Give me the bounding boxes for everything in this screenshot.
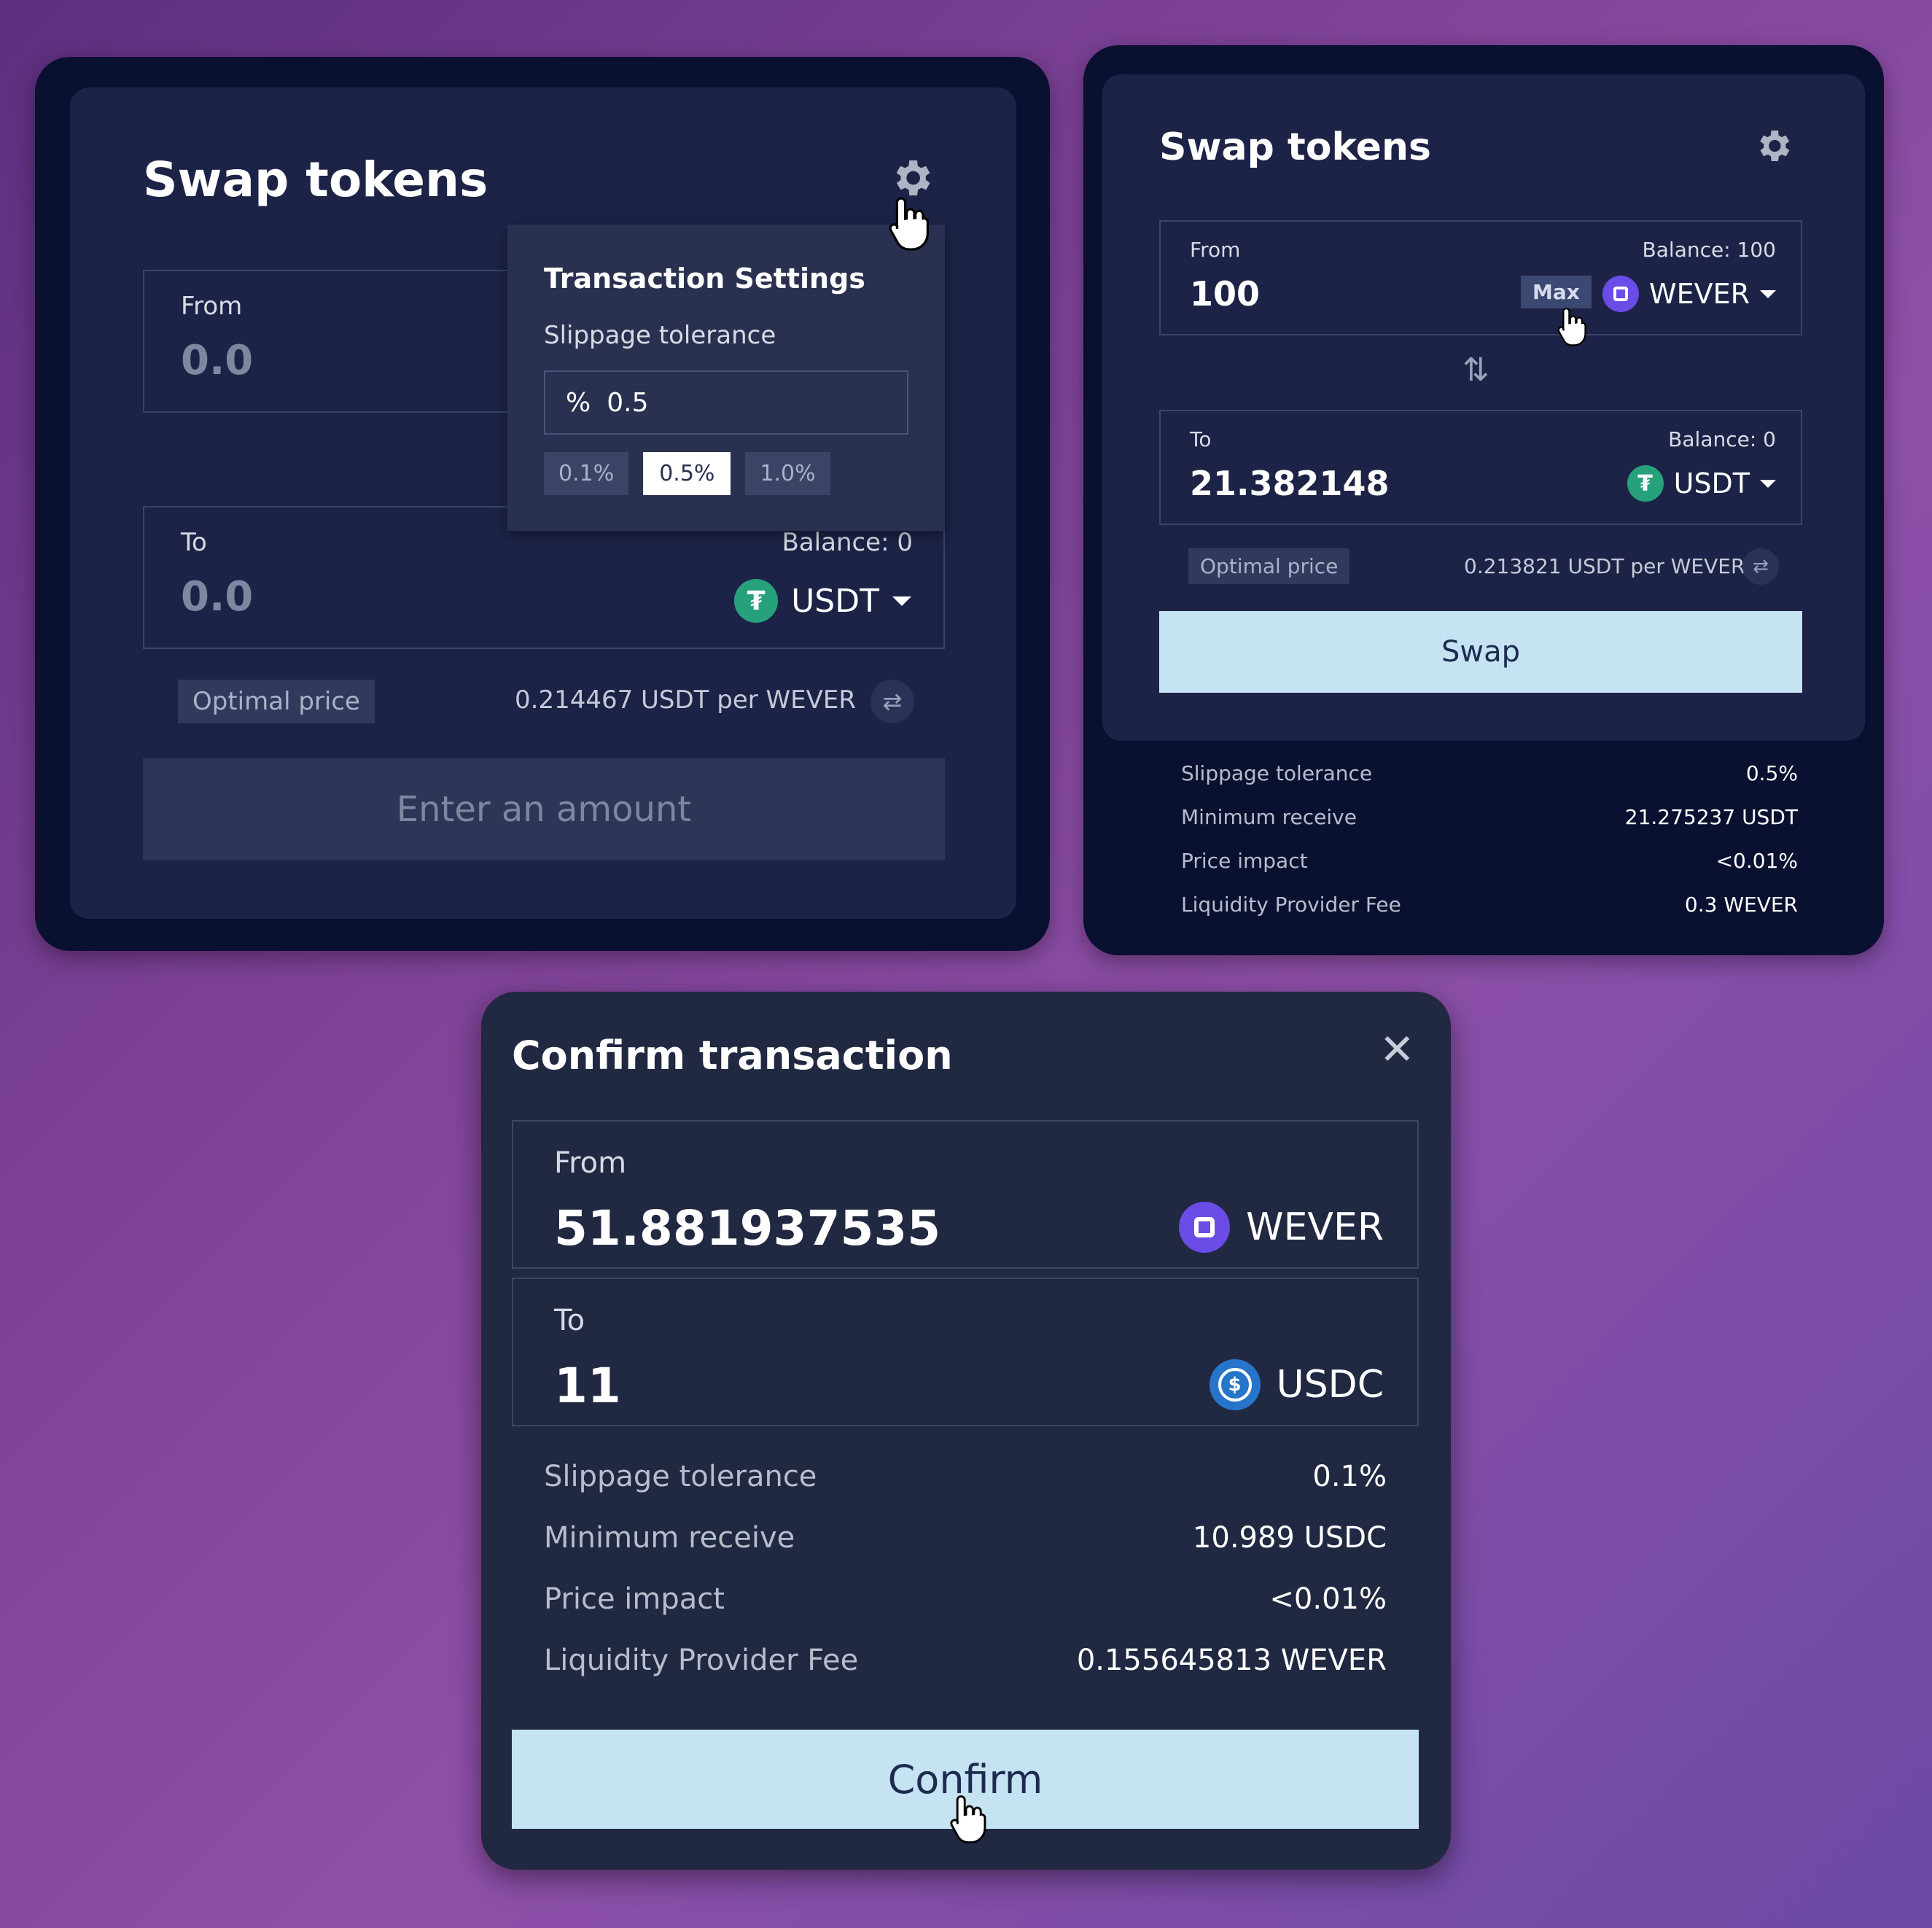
detail-value: 21.275237 USDT [1624, 805, 1798, 829]
page-title: Swap tokens [1159, 125, 1431, 169]
detail-label: Minimum receive [544, 1521, 795, 1555]
confirm-transaction-modal: Confirm transaction ✕ From 51.881937535 … [481, 992, 1451, 1870]
detail-label: Price impact [1181, 849, 1308, 873]
enter-amount-button: Enter an amount [143, 758, 945, 860]
to-field[interactable]: To Balance: 0 21.382148 ₮ USDT [1159, 410, 1802, 525]
close-icon[interactable]: ✕ [1379, 1028, 1415, 1070]
detail-label: Minimum receive [1181, 805, 1357, 829]
detail-label: Liquidity Provider Fee [544, 1644, 859, 1677]
slippage-value[interactable]: 0.5 [607, 388, 648, 418]
price-text: 0.213821 USDT per WEVER [1464, 554, 1745, 578]
token-symbol: WEVER [1246, 1205, 1384, 1249]
detail-label: Slippage tolerance [544, 1460, 817, 1493]
detail-row: Minimum receive 21.275237 USDT [1181, 805, 1798, 849]
caret-down-icon [892, 596, 911, 606]
token-selector-usdt[interactable]: ₮ USDT [734, 579, 911, 623]
detail-row: Slippage tolerance 0.5% [1181, 761, 1798, 805]
detail-row: Liquidity Provider Fee 0.155645813 WEVER [544, 1644, 1387, 1705]
from-label: From [1190, 238, 1241, 262]
page-title: Swap tokens [143, 152, 488, 208]
slippage-label: Slippage tolerance [544, 321, 776, 350]
detail-value: 0.5% [1745, 761, 1798, 785]
to-label: To [554, 1304, 585, 1337]
slippage-input[interactable]: % 0.5 [544, 370, 908, 435]
percent-symbol: % [566, 387, 591, 418]
detail-row: Price impact <0.01% [544, 1582, 1387, 1644]
detail-value: <0.01% [1715, 849, 1798, 873]
usdt-icon: ₮ [1627, 465, 1664, 502]
detail-row: Slippage tolerance 0.1% [544, 1460, 1387, 1521]
token-symbol: WEVER [1649, 278, 1750, 310]
max-button[interactable]: Max [1521, 276, 1592, 308]
modal-title: Confirm transaction [512, 1033, 953, 1078]
swap-details: Slippage tolerance 0.5% Minimum receive … [1181, 761, 1798, 936]
swap-button[interactable]: Swap [1159, 611, 1802, 693]
from-field: From 51.881937535 WEVER [512, 1120, 1419, 1269]
cursor-hand-icon [950, 1795, 986, 1844]
from-field[interactable]: From Balance: 100 100 Max WEVER [1159, 220, 1802, 335]
to-amount-input[interactable]: 21.382148 [1190, 464, 1390, 503]
detail-label: Slippage tolerance [1181, 761, 1373, 785]
optimal-price-badge: Optimal price [178, 680, 375, 723]
usdt-icon: ₮ [734, 579, 779, 623]
to-label: To [1190, 427, 1212, 451]
token-symbol: USDT [1673, 467, 1750, 500]
token-selector-wever[interactable]: WEVER [1602, 276, 1776, 312]
slippage-presets: 0.1% 0.5% 1.0% [544, 452, 830, 495]
detail-value: 0.1% [1312, 1460, 1387, 1493]
detail-label: Liquidity Provider Fee [1181, 893, 1401, 917]
to-label: To [181, 528, 207, 557]
usdc-icon: $ [1209, 1359, 1261, 1410]
left-swap-card: Swap tokens From 0.0 To Balance: 0 0.0 ₮… [70, 88, 1016, 919]
to-field: To 11 $ USDC [512, 1278, 1419, 1426]
from-label: From [554, 1146, 627, 1180]
gear-icon[interactable] [888, 155, 935, 201]
preset-0-1[interactable]: 0.1% [544, 452, 629, 495]
refresh-icon[interactable]: ⇄ [870, 680, 914, 723]
token-usdc: $ USDC [1209, 1359, 1384, 1410]
from-label: From [181, 292, 243, 321]
to-balance: Balance: 0 [782, 528, 914, 557]
detail-value: 0.3 WEVER [1684, 893, 1798, 917]
token-symbol: USDC [1276, 1363, 1384, 1407]
token-wever: WEVER [1179, 1202, 1384, 1253]
right-swap-panel: Swap tokens From Balance: 100 100 Max WE… [1083, 45, 1884, 955]
from-amount: 51.881937535 [554, 1200, 941, 1256]
right-swap-card: Swap tokens From Balance: 100 100 Max WE… [1102, 74, 1865, 741]
confirm-details: Slippage tolerance 0.1% Minimum receive … [544, 1460, 1387, 1705]
preset-0-5[interactable]: 0.5% [643, 452, 731, 495]
gear-icon[interactable] [1753, 125, 1793, 166]
from-amount-input[interactable]: 100 [1190, 274, 1260, 314]
token-symbol: USDT [791, 582, 879, 620]
from-balance: Balance: 100 [1642, 238, 1776, 262]
cursor-hand-icon [1557, 307, 1586, 346]
to-balance: Balance: 0 [1668, 427, 1776, 451]
detail-row: Price impact <0.01% [1181, 849, 1798, 893]
detail-value: <0.01% [1269, 1582, 1387, 1616]
to-amount: 11 [554, 1358, 621, 1414]
cursor-hand-icon [889, 197, 929, 251]
token-selector-usdt[interactable]: ₮ USDT [1627, 465, 1776, 502]
transaction-settings-popup: Transaction Settings Slippage tolerance … [507, 225, 945, 531]
detail-row: Minimum receive 10.989 USDC [544, 1521, 1387, 1582]
detail-value: 0.155645813 WEVER [1076, 1644, 1387, 1677]
detail-value: 10.989 USDC [1192, 1521, 1387, 1555]
wever-icon [1602, 276, 1639, 312]
caret-down-icon [1760, 289, 1776, 298]
preset-1-0[interactable]: 1.0% [745, 452, 830, 495]
swap-button-label: Swap [1441, 635, 1520, 669]
wever-icon [1179, 1202, 1231, 1253]
caret-down-icon [1760, 479, 1776, 488]
popup-title: Transaction Settings [544, 263, 865, 295]
optimal-price-badge: Optimal price [1188, 548, 1350, 584]
detail-label: Price impact [544, 1582, 725, 1616]
from-amount-input[interactable]: 0.0 [181, 337, 253, 384]
swap-direction-icon[interactable]: ⇅ [1462, 351, 1489, 389]
left-swap-panel: Swap tokens From 0.0 To Balance: 0 0.0 ₮… [35, 57, 1050, 951]
refresh-icon[interactable]: ⇄ [1742, 548, 1779, 585]
enter-amount-label: Enter an amount [396, 789, 692, 830]
detail-row: Liquidity Provider Fee 0.3 WEVER [1181, 893, 1798, 936]
to-amount-input[interactable]: 0.0 [181, 573, 253, 621]
price-text: 0.214467 USDT per WEVER [515, 685, 857, 715]
